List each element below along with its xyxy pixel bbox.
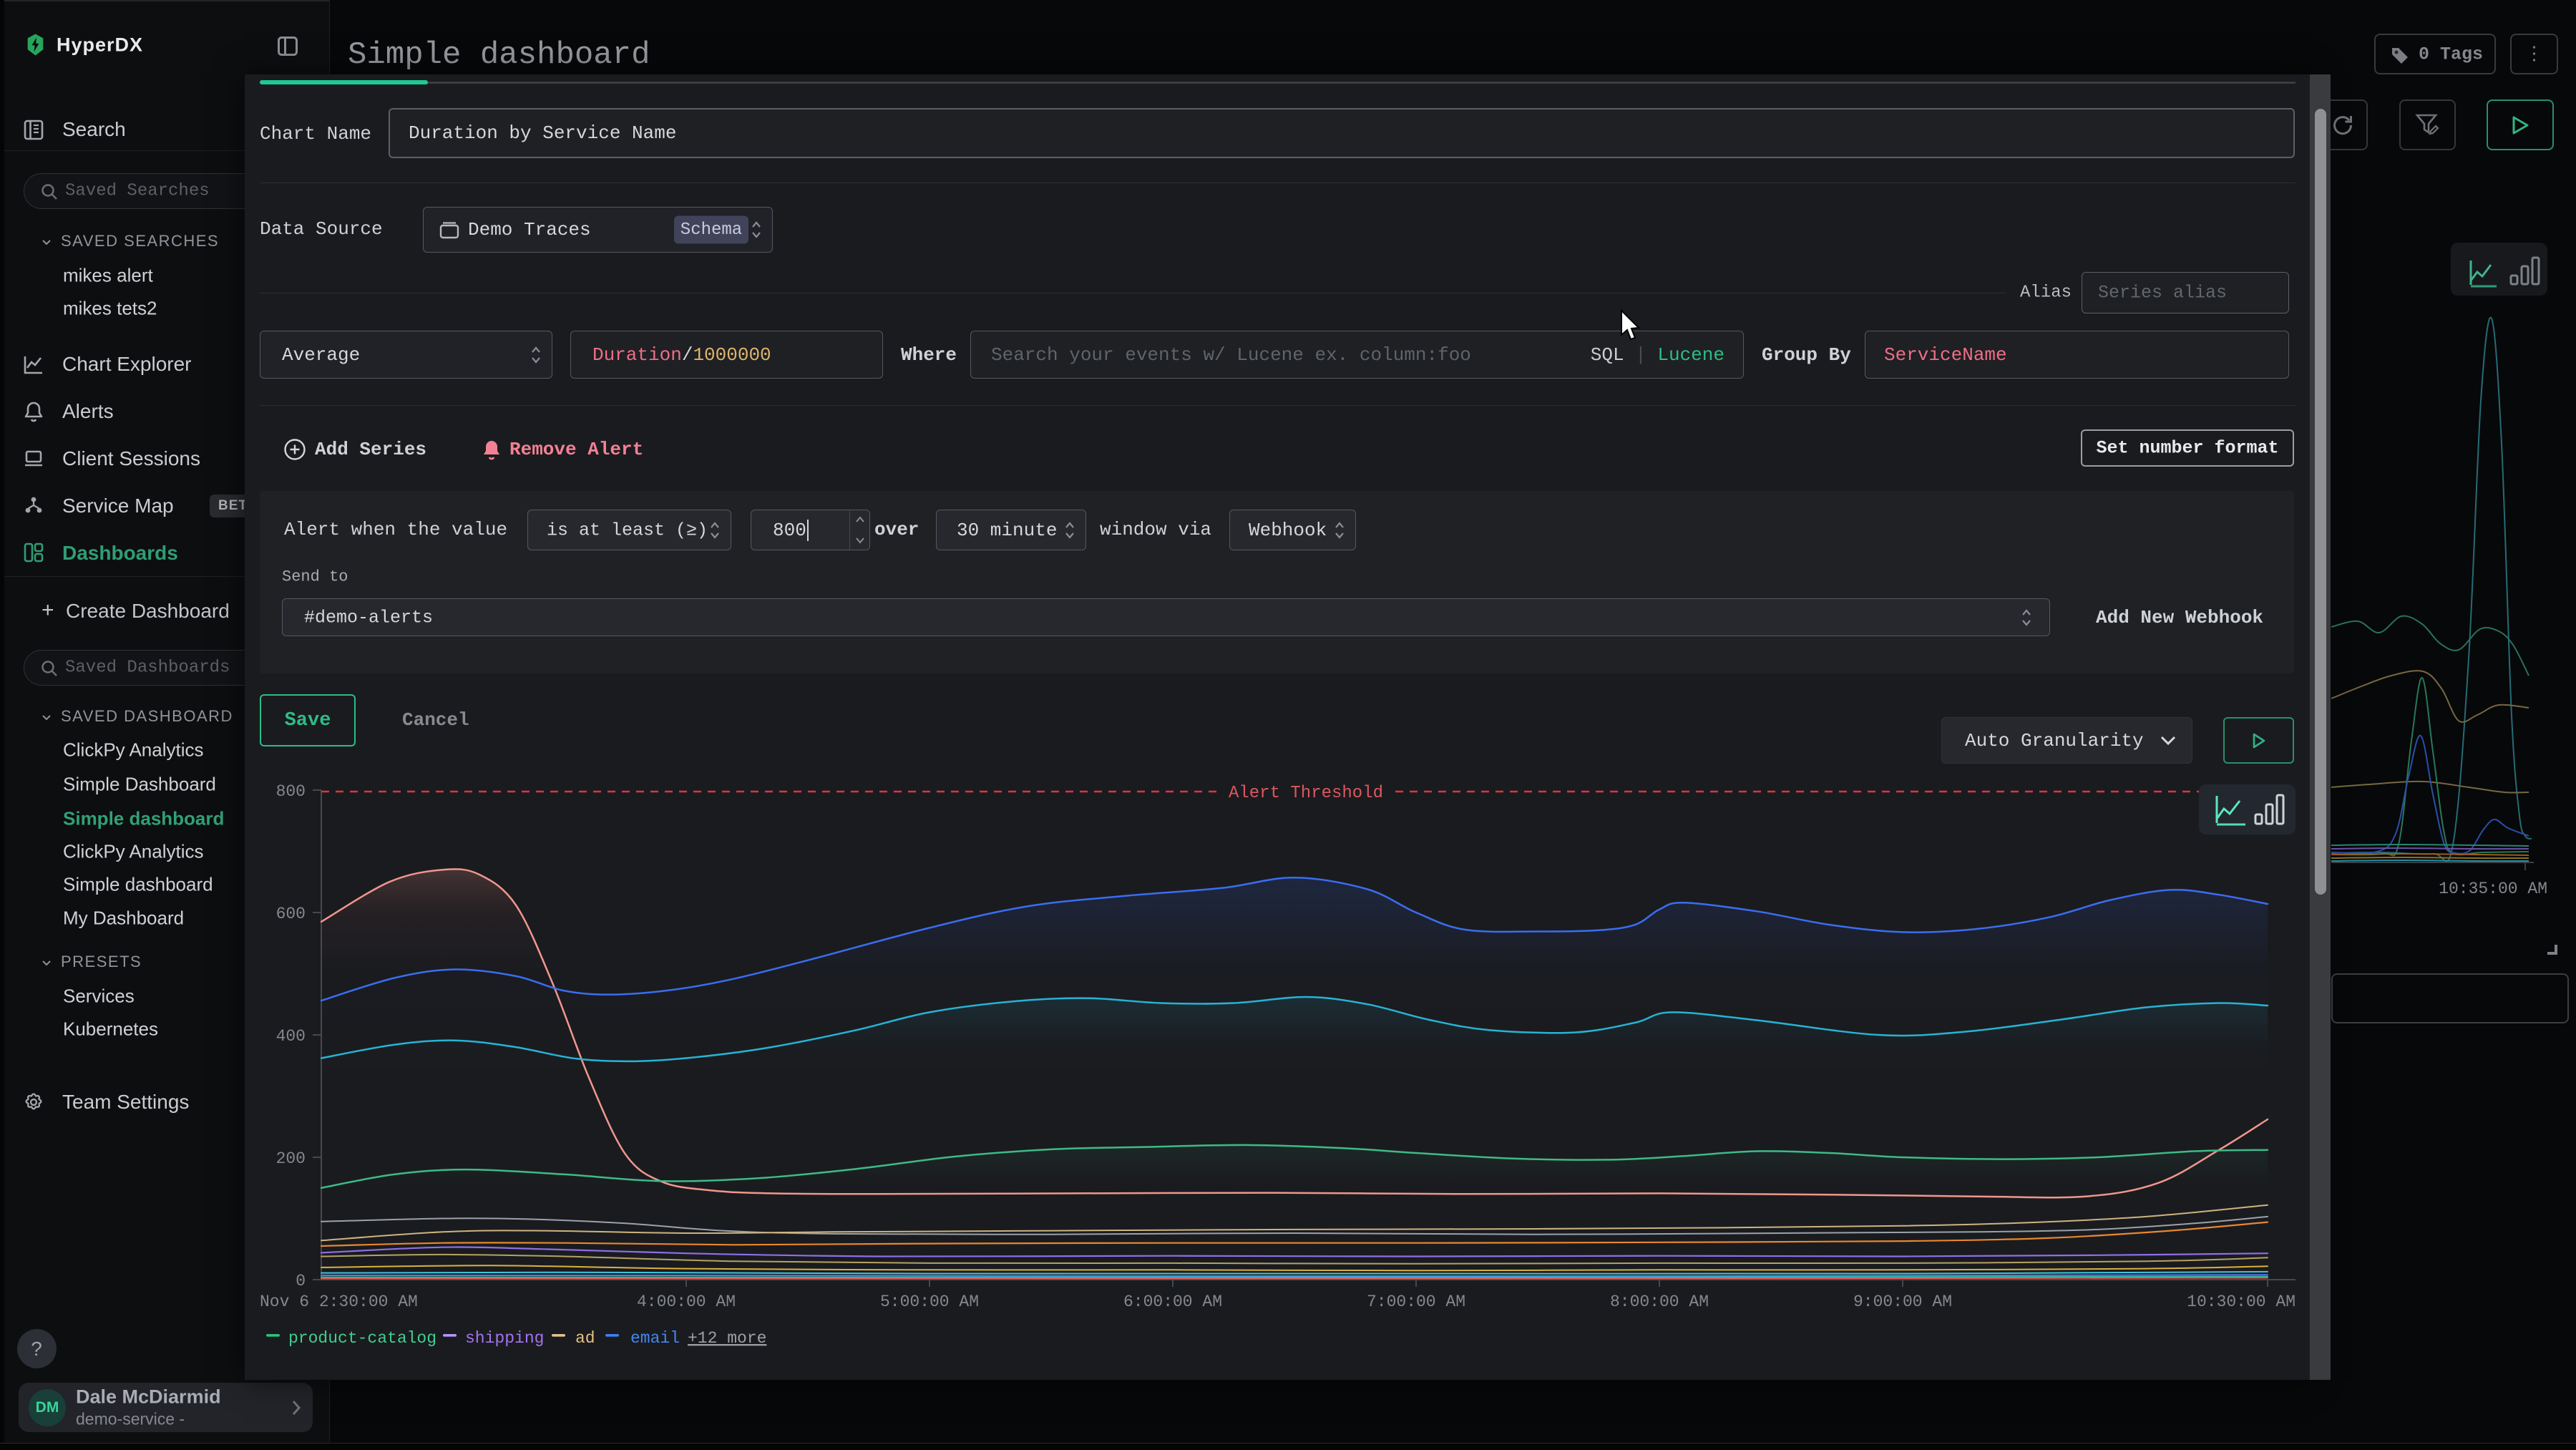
svg-text:6:00:00 AM: 6:00:00 AM <box>1123 1293 1222 1311</box>
svg-text:9:00:00 AM: 9:00:00 AM <box>1853 1293 1952 1311</box>
svg-text:+12 more: +12 more <box>688 1329 766 1348</box>
svg-text:10:30:00 AM: 10:30:00 AM <box>2187 1293 2296 1311</box>
svg-text:200: 200 <box>276 1149 306 1168</box>
svg-text:Nov 6 2:30:00 AM: Nov 6 2:30:00 AM <box>260 1293 418 1311</box>
svg-text:800: 800 <box>276 782 306 801</box>
svg-text:ad: ad <box>575 1329 595 1348</box>
svg-text:product-catalog: product-catalog <box>288 1329 436 1348</box>
svg-text:8:00:00 AM: 8:00:00 AM <box>1610 1293 1709 1311</box>
svg-text:400: 400 <box>276 1027 306 1046</box>
svg-text:4:00:00 AM: 4:00:00 AM <box>637 1293 736 1311</box>
svg-text:10:35:00 AM: 10:35:00 AM <box>2439 880 2547 898</box>
svg-text:shipping: shipping <box>465 1329 544 1348</box>
svg-text:0: 0 <box>296 1272 306 1290</box>
svg-text:600: 600 <box>276 905 306 923</box>
svg-text:Alert Threshold: Alert Threshold <box>1229 784 1383 803</box>
svg-text:7:00:00 AM: 7:00:00 AM <box>1367 1293 1465 1311</box>
svg-text:email: email <box>630 1329 680 1348</box>
svg-text:5:00:00 AM: 5:00:00 AM <box>880 1293 979 1311</box>
